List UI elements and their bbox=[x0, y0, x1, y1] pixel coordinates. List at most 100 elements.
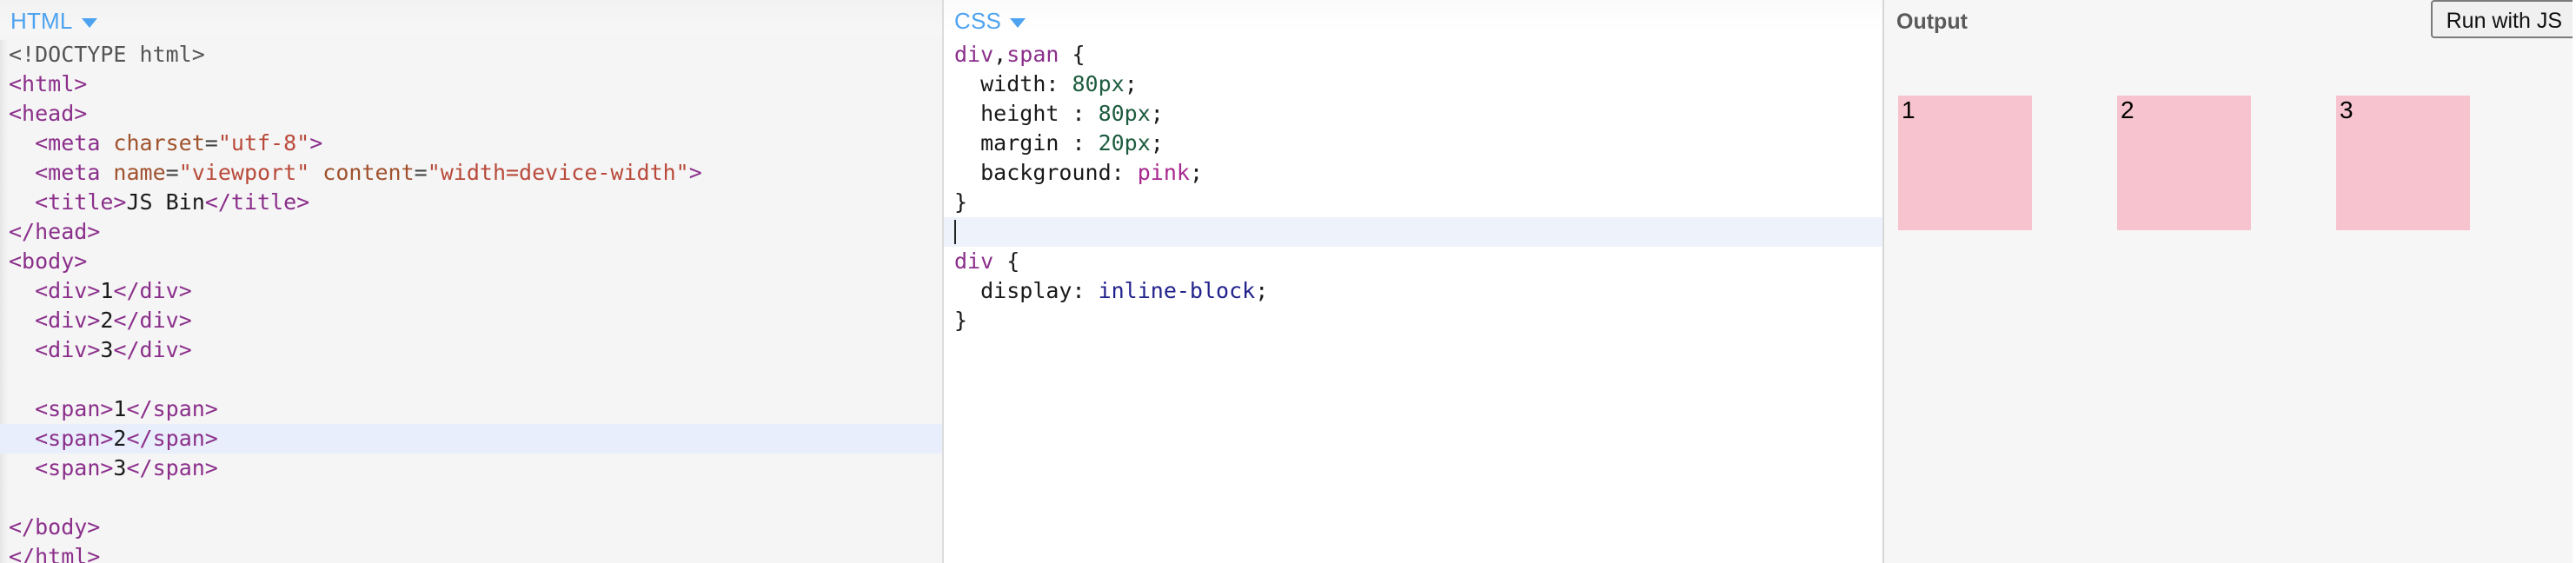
code-line[interactable]: height : 80px; bbox=[954, 99, 1882, 129]
code-token: </div> bbox=[113, 278, 192, 303]
code-token: charset bbox=[113, 130, 205, 156]
code-line[interactable] bbox=[9, 483, 942, 513]
code-token: div bbox=[954, 248, 994, 274]
code-token: </div> bbox=[113, 308, 192, 333]
output-panel-header: Output Run with JS bbox=[1884, 0, 2573, 50]
code-line[interactable]: <meta name="viewport" content="width=dev… bbox=[9, 158, 942, 188]
tab-css[interactable]: CSS bbox=[954, 9, 1001, 33]
code-token: ; bbox=[1150, 101, 1164, 126]
output-pink-box: 3 bbox=[2336, 96, 2470, 230]
run-with-js-button[interactable]: Run with JS bbox=[2430, 0, 2573, 38]
code-token: <div> bbox=[35, 308, 101, 333]
code-token: 80px bbox=[1072, 71, 1125, 96]
code-token: <!DOCTYPE html> bbox=[9, 42, 205, 67]
code-line[interactable]: </html> bbox=[9, 542, 942, 563]
output-box-row: 123 bbox=[1898, 96, 2555, 230]
code-line[interactable]: } bbox=[954, 306, 1882, 335]
code-token: } bbox=[954, 308, 968, 333]
chevron-down-icon[interactable] bbox=[1010, 17, 1026, 28]
code-line[interactable]: div,span { bbox=[954, 40, 1882, 70]
code-token: 1 bbox=[100, 278, 114, 303]
code-token: </head> bbox=[9, 219, 101, 244]
code-line[interactable]: <div>3</div> bbox=[9, 335, 942, 365]
chevron-down-icon[interactable] bbox=[81, 17, 97, 28]
code-token: </span> bbox=[126, 426, 218, 451]
code-line[interactable]: <span>2</span> bbox=[0, 424, 942, 454]
code-token: pink bbox=[1137, 160, 1190, 185]
code-line[interactable]: <title>JS Bin</title> bbox=[9, 188, 942, 217]
code-token: </span> bbox=[126, 396, 218, 421]
code-token: <html> bbox=[9, 71, 88, 96]
code-line[interactable]: <head> bbox=[9, 99, 942, 129]
code-line[interactable]: div { bbox=[954, 247, 1882, 276]
code-token: "utf-8" bbox=[217, 130, 310, 156]
code-token: JS Bin bbox=[126, 189, 205, 215]
code-line[interactable]: </body> bbox=[9, 513, 942, 542]
output-panel: Output Run with JS 123 bbox=[1884, 0, 2573, 563]
code-token: <span> bbox=[35, 396, 114, 421]
code-token: = bbox=[204, 130, 218, 156]
code-line[interactable] bbox=[9, 365, 942, 394]
code-token: div bbox=[954, 42, 994, 67]
code-line[interactable]: <html> bbox=[9, 70, 942, 99]
code-token: display: bbox=[980, 278, 1099, 303]
code-token: ; bbox=[1124, 71, 1138, 96]
code-token: 20px bbox=[1098, 130, 1151, 156]
code-token: height : bbox=[980, 101, 1099, 126]
code-token: > bbox=[309, 130, 323, 156]
css-editor-panel: CSS div,span { width: 80px; height : 80p… bbox=[944, 0, 1884, 563]
code-token: background: bbox=[980, 160, 1138, 185]
code-line[interactable]: <meta charset="utf-8"> bbox=[9, 129, 942, 158]
code-token: <div> bbox=[35, 278, 101, 303]
code-line[interactable]: <!DOCTYPE html> bbox=[9, 40, 942, 70]
code-token: 2 bbox=[113, 426, 127, 451]
code-line[interactable]: <div>2</div> bbox=[9, 306, 942, 335]
code-token: inline-block bbox=[1098, 278, 1256, 303]
code-token: <meta bbox=[35, 130, 114, 156]
code-line[interactable]: display: inline-block; bbox=[954, 276, 1882, 306]
code-line[interactable]: margin : 20px; bbox=[954, 129, 1882, 158]
code-token: <meta bbox=[35, 160, 114, 185]
code-token: 3 bbox=[113, 455, 127, 480]
code-token: <span> bbox=[35, 426, 114, 451]
css-code-area[interactable]: div,span { width: 80px; height : 80px; m… bbox=[944, 40, 1882, 335]
code-line[interactable]: </head> bbox=[9, 217, 942, 247]
code-line[interactable]: <span>1</span> bbox=[9, 394, 942, 424]
tab-html[interactable]: HTML bbox=[10, 9, 73, 33]
output-pink-box: 2 bbox=[2117, 96, 2251, 230]
text-cursor bbox=[954, 220, 956, 244]
output-pink-box: 1 bbox=[1898, 96, 2032, 230]
code-token: </span> bbox=[126, 455, 218, 480]
code-token: "width=device-width" bbox=[427, 160, 689, 185]
code-line[interactable]: } bbox=[954, 188, 1882, 217]
code-token: <title> bbox=[35, 189, 127, 215]
css-panel-header: CSS bbox=[944, 0, 1882, 40]
code-line[interactable]: <span>3</span> bbox=[9, 454, 942, 483]
code-token: , bbox=[993, 42, 1007, 67]
code-token: = bbox=[165, 160, 179, 185]
code-line[interactable]: width: 80px; bbox=[954, 70, 1882, 99]
code-line[interactable]: <body> bbox=[9, 247, 942, 276]
code-token: <span> bbox=[35, 455, 114, 480]
code-token: <body> bbox=[9, 248, 88, 274]
code-token: span bbox=[1006, 42, 1059, 67]
code-token: 80px bbox=[1098, 101, 1151, 126]
code-token: </div> bbox=[113, 337, 192, 362]
html-code-area[interactable]: <!DOCTYPE html> <html> <head> <meta charse… bbox=[0, 40, 942, 563]
code-line[interactable]: background: pink; bbox=[954, 158, 1882, 188]
code-token: </title> bbox=[204, 189, 310, 215]
code-token: width: bbox=[980, 71, 1072, 96]
code-token: > bbox=[688, 160, 702, 185]
code-line[interactable]: <div>1</div> bbox=[9, 276, 942, 306]
code-line[interactable] bbox=[944, 217, 1882, 247]
